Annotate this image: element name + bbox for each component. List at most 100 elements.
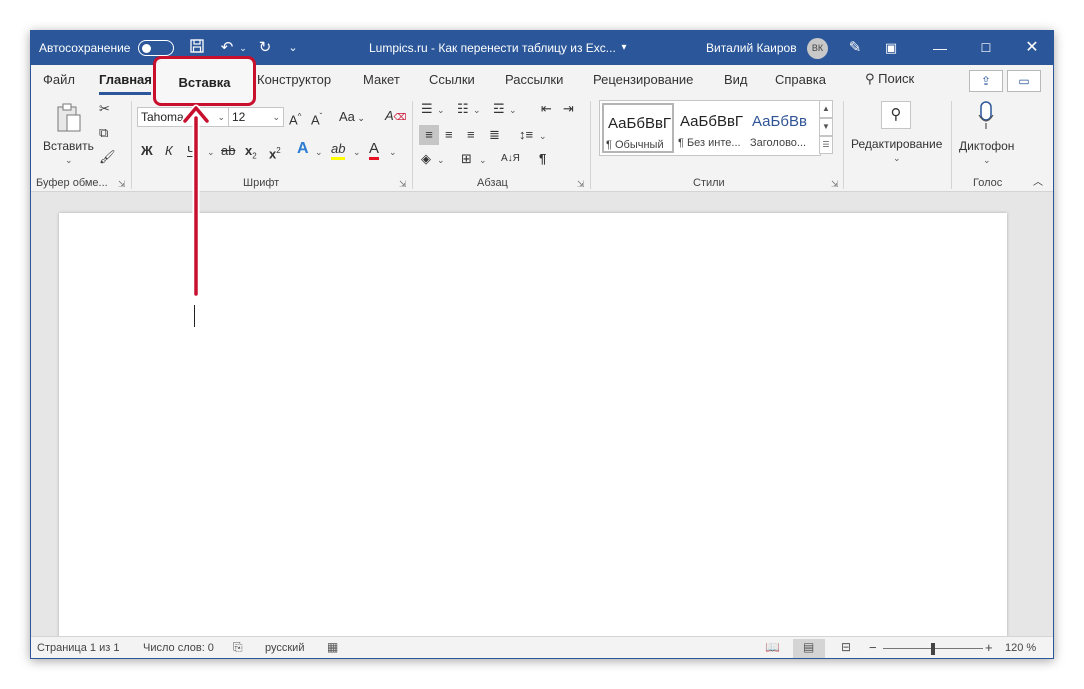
language[interactable]: русский [265,642,304,654]
tab-review[interactable]: Рецензирование [593,72,693,87]
cut-icon[interactable]: ✂ [99,101,110,117]
tab-file[interactable]: Файл [43,72,75,87]
borders-icon[interactable]: ⊞ [461,151,472,167]
avatar[interactable]: ВК [807,38,828,59]
multilevel-dropdown-icon[interactable]: ⌄ [509,105,517,116]
text-effects-button[interactable]: A [297,141,309,157]
styles-scroll-down-icon[interactable]: ▼ [819,118,833,136]
bullets-dropdown-icon[interactable]: ⌄ [437,105,445,116]
clipboard-launcher-icon[interactable]: ⇲ [118,179,126,190]
share-button[interactable]: ⇪ [969,70,1003,92]
align-left-button[interactable]: ≡ [419,125,439,145]
print-layout-icon[interactable]: ▤ [803,640,814,654]
style-heading[interactable]: АаБбВв Заголово... [748,103,820,153]
tab-home[interactable]: Главная [99,72,152,87]
numbering-dropdown-icon[interactable]: ⌄ [473,105,481,116]
tab-references[interactable]: Ссылки [429,72,475,87]
text-effects-dropdown-icon[interactable]: ⌄ [315,147,323,158]
dictate-label[interactable]: Диктофон [959,139,1014,153]
paste-label[interactable]: Вставить [43,139,94,153]
borders-dropdown-icon[interactable]: ⌄ [479,155,487,166]
web-layout-icon[interactable]: ⊟ [841,640,851,654]
decrease-indent-icon[interactable]: ⇤ [541,101,552,117]
show-marks-button[interactable]: ¶ [539,151,546,167]
styles-scroll-up-icon[interactable]: ▲ [819,100,833,118]
tab-mailings[interactable]: Рассылки [505,72,563,87]
insert-tab-highlight[interactable]: Вставка [153,56,256,106]
italic-button[interactable]: К [165,143,173,159]
undo-dropdown-icon[interactable]: ⌄ [233,38,253,58]
superscript-button[interactable]: x2 [269,143,281,162]
customize-qat-icon[interactable]: ⌄ [283,38,303,58]
align-right-icon[interactable]: ≡ [467,127,475,143]
collapse-ribbon-icon[interactable]: ︿ [1033,175,1043,191]
dictate-dropdown-icon[interactable]: ⌄ [983,155,991,166]
justify-icon[interactable]: ≣ [489,127,500,143]
page-count[interactable]: Страница 1 из 1 [37,642,119,654]
bullets-icon[interactable]: ☰ [421,101,433,117]
redo-icon[interactable]: ↻ [255,38,275,58]
tab-help[interactable]: Справка [775,72,826,87]
multilevel-list-icon[interactable]: ☲ [493,101,505,117]
tab-insert[interactable]: Вставка [156,75,253,90]
title-dropdown-icon[interactable]: ▾ [614,38,634,58]
autosave-toggle[interactable] [138,40,174,56]
search-box[interactable]: ⚲ Поиск [865,71,914,87]
grow-font-icon[interactable]: A^ [289,109,301,128]
increase-indent-icon[interactable]: ⇥ [563,101,574,117]
change-case-button[interactable]: Aa ⌄ [339,109,365,126]
strikethrough-button[interactable]: ab [221,143,235,159]
subscript-button[interactable]: x2 [245,143,257,165]
minimize-button[interactable]: — [917,31,963,65]
zoom-slider-thumb[interactable] [931,643,935,655]
style-sample: АаБбВвГ [608,115,672,132]
bold-button[interactable]: Ж [141,143,153,159]
maximize-button[interactable]: ☐ [963,31,1009,65]
shading-icon[interactable]: ◈ [421,151,431,167]
read-mode-icon[interactable]: 📖 [765,640,780,654]
accessibility-icon[interactable]: ▦ [327,640,338,654]
zoom-percent[interactable]: 120 % [1005,642,1036,654]
editing-dropdown-icon[interactable]: ⌄ [893,153,901,164]
style-name: ¶ Обычный [606,139,664,151]
shrink-font-icon[interactable]: Aˇ [311,109,322,128]
close-button[interactable]: ✕ [1009,31,1053,65]
comments-button[interactable]: ▭ [1007,70,1041,92]
line-spacing-dropdown-icon[interactable]: ⌄ [539,131,547,142]
style-normal[interactable]: АаБбВвГ ¶ Обычный [602,103,674,153]
paragraph-launcher-icon[interactable]: ⇲ [577,179,585,190]
font-color-dropdown-icon[interactable]: ⌄ [389,147,397,158]
zoom-out-button[interactable]: − [869,640,877,655]
shading-dropdown-icon[interactable]: ⌄ [437,155,445,166]
format-painter-icon[interactable]: 🖌 [99,149,116,165]
zoom-in-button[interactable]: + [985,640,993,655]
numbering-icon[interactable]: ☷ [457,101,469,117]
ribbon-display-icon[interactable]: ▣ [881,38,901,58]
sort-button[interactable]: А↓Я [501,151,520,167]
style-no-spacing[interactable]: АаБбВвГ ¶ Без инте... [676,103,748,153]
font-color-button[interactable]: A [369,141,380,160]
save-icon[interactable] [187,38,207,58]
clear-formatting-icon[interactable]: A⌫ [385,108,406,125]
copy-icon[interactable]: ⧉ [99,125,108,141]
tab-view[interactable]: Вид [724,72,748,87]
microphone-icon[interactable] [977,101,995,131]
styles-more-icon[interactable]: ☰ [819,136,833,154]
word-count[interactable]: Число слов: 0 [143,642,214,654]
proofing-icon[interactable]: ⎘ [233,640,243,655]
paste-dropdown-icon[interactable]: ⌄ [65,155,73,166]
editing-button[interactable]: ⚲ [881,101,911,129]
pen-icon[interactable]: ✎ [845,38,865,58]
align-center-icon[interactable]: ≡ [445,127,453,143]
tab-layout[interactable]: Макет [363,72,400,87]
user-name[interactable]: Виталий Каиров [706,41,797,55]
highlight-button[interactable]: ab [331,141,346,160]
font-launcher-icon[interactable]: ⇲ [399,179,407,190]
paste-icon[interactable] [55,103,83,133]
font-size-combo[interactable]: 12 ⌄ [228,107,284,127]
editing-label[interactable]: Редактирование [851,137,942,151]
styles-launcher-icon[interactable]: ⇲ [831,179,839,190]
tab-design[interactable]: Конструктор [257,72,331,87]
highlight-dropdown-icon[interactable]: ⌄ [353,147,361,158]
line-spacing-icon[interactable]: ↕≡ [519,127,533,143]
